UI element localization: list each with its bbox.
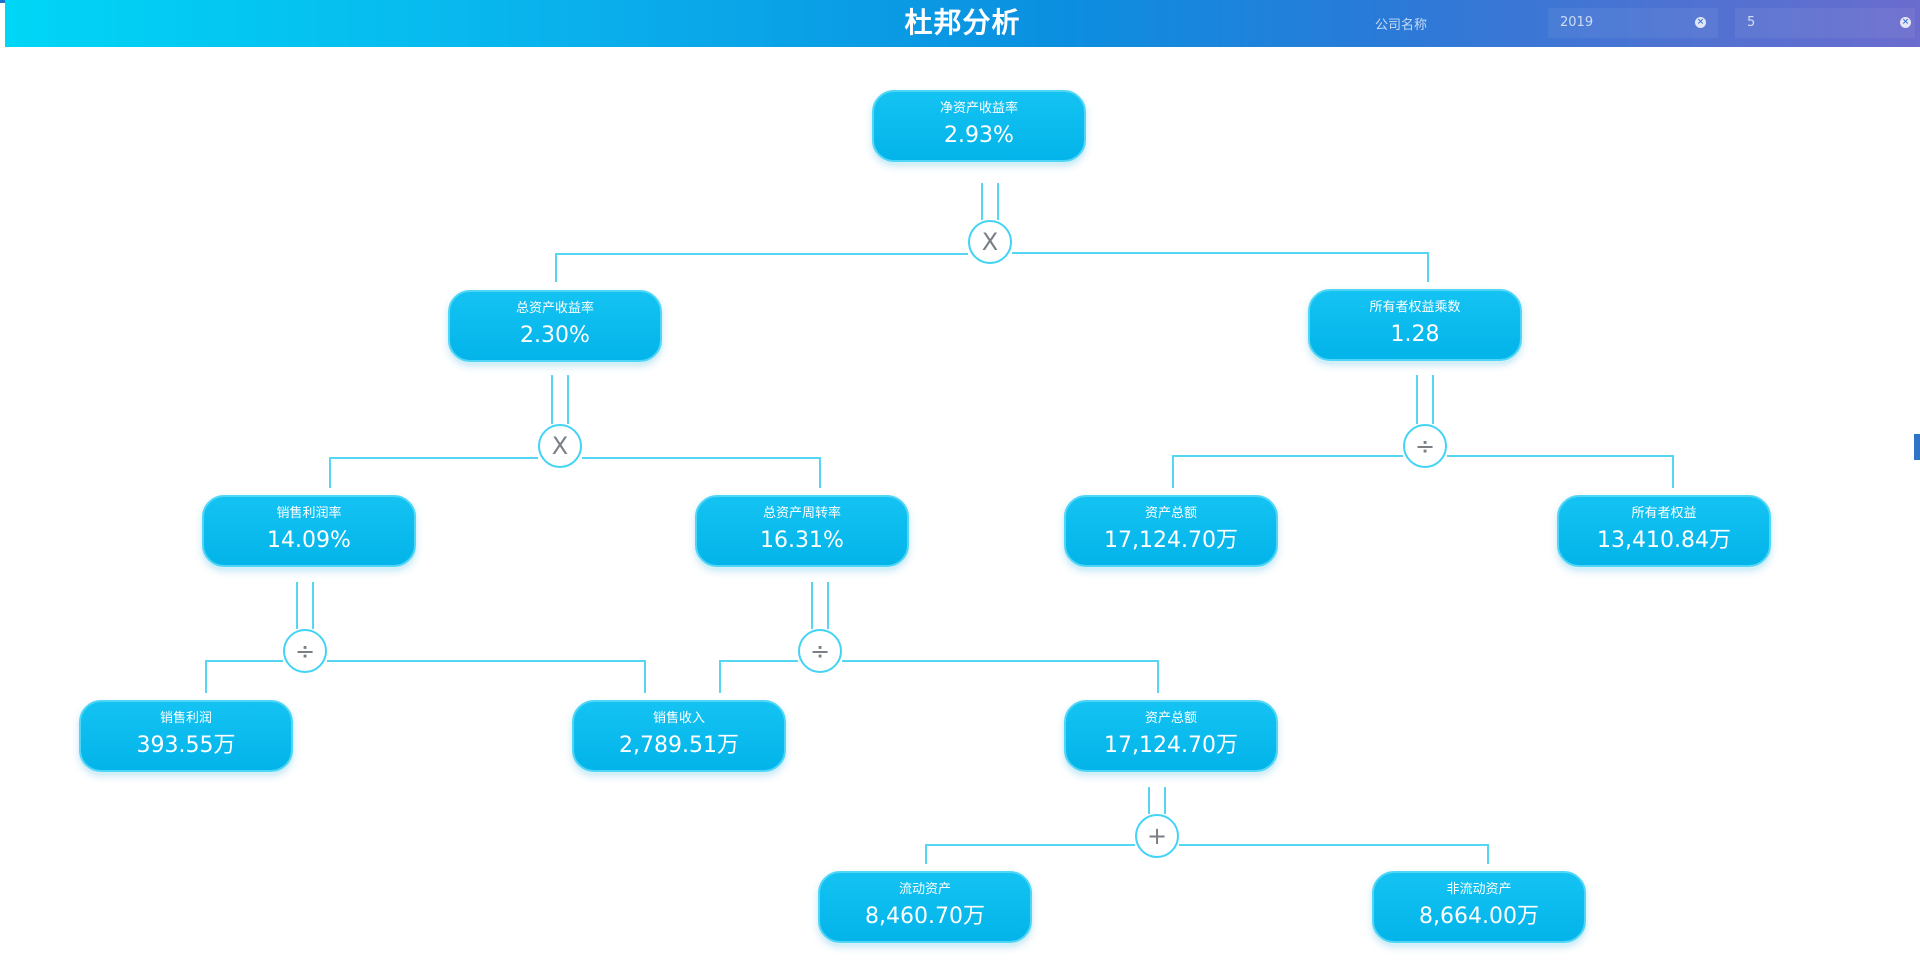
- node-value: 393.55万: [136, 733, 236, 758]
- node-label: 所有者权益乘数: [1369, 300, 1461, 315]
- node-equity-multiplier: 所有者权益乘数 1.28: [1308, 289, 1522, 361]
- node-value: 8,664.00万: [1419, 904, 1539, 929]
- node-label: 销售利润: [159, 711, 212, 726]
- node-asset-turnover: 总资产周转率 16.31%: [695, 495, 909, 567]
- node-value: 14.09%: [267, 528, 351, 553]
- node-value: 13,410.84万: [1597, 528, 1731, 553]
- node-value: 17,124.70万: [1104, 528, 1238, 553]
- node-label: 流动资产: [898, 882, 951, 897]
- connector-line: [842, 660, 1159, 693]
- node-value: 8,460.70万: [865, 904, 985, 929]
- node-label: 资产总额: [1144, 711, 1197, 726]
- divide-operator-icon: ÷: [1403, 424, 1447, 468]
- node-sales-revenue: 销售收入 2,789.51万: [572, 700, 786, 772]
- node-label: 销售收入: [652, 711, 705, 726]
- node-value: 2,789.51万: [619, 733, 739, 758]
- node-roe: 净资产收益率 2.93%: [872, 90, 1086, 162]
- node-roa: 总资产收益率 2.30%: [448, 290, 662, 362]
- connector-line: [1447, 455, 1674, 488]
- divide-operator-icon: ÷: [283, 629, 327, 673]
- connector-line: [1172, 455, 1403, 488]
- connector-line: [925, 844, 1135, 864]
- connector-line: [719, 660, 798, 693]
- multiply-operator-icon: X: [968, 220, 1012, 264]
- node-label: 销售利润率: [276, 506, 342, 521]
- node-owner-equity: 所有者权益 13,410.84万: [1557, 495, 1771, 567]
- node-value: 16.31%: [760, 528, 844, 553]
- connector-line: [555, 253, 968, 282]
- node-total-assets: 资产总额 17,124.70万: [1064, 495, 1278, 567]
- divide-operator-icon: ÷: [798, 629, 842, 673]
- node-value: 1.28: [1390, 322, 1440, 347]
- node-value: 2.30%: [520, 323, 590, 348]
- node-current-assets: 流动资产 8,460.70万: [818, 871, 1032, 943]
- node-noncurrent-assets: 非流动资产 8,664.00万: [1372, 871, 1586, 943]
- node-label: 总资产周转率: [762, 506, 841, 521]
- plus-operator-icon: +: [1135, 814, 1179, 858]
- node-label: 资产总额: [1144, 506, 1197, 521]
- node-net-margin: 销售利润率 14.09%: [202, 495, 416, 567]
- node-total-assets-breakdown: 资产总额 17,124.70万: [1064, 700, 1278, 772]
- connector-line: [205, 660, 283, 693]
- node-value: 17,124.70万: [1104, 733, 1238, 758]
- multiply-operator-icon: X: [538, 424, 582, 468]
- node-label: 所有者权益: [1631, 506, 1697, 521]
- node-label: 非流动资产: [1446, 882, 1512, 897]
- connector-line: [327, 660, 646, 693]
- connector-line: [1179, 844, 1489, 864]
- node-value: 2.93%: [944, 123, 1014, 148]
- node-sales-profit: 销售利润 393.55万: [79, 700, 293, 772]
- node-label: 总资产收益率: [515, 301, 594, 316]
- connector-line: [1012, 252, 1429, 282]
- node-label: 净资产收益率: [939, 101, 1018, 116]
- connector-line: [582, 457, 821, 488]
- connector-line: [329, 457, 538, 488]
- dupont-analysis-page: 杜邦分析 公司名称 2019 × 5 × 净资产收益率 2.93% 总资产收益率…: [0, 0, 1920, 968]
